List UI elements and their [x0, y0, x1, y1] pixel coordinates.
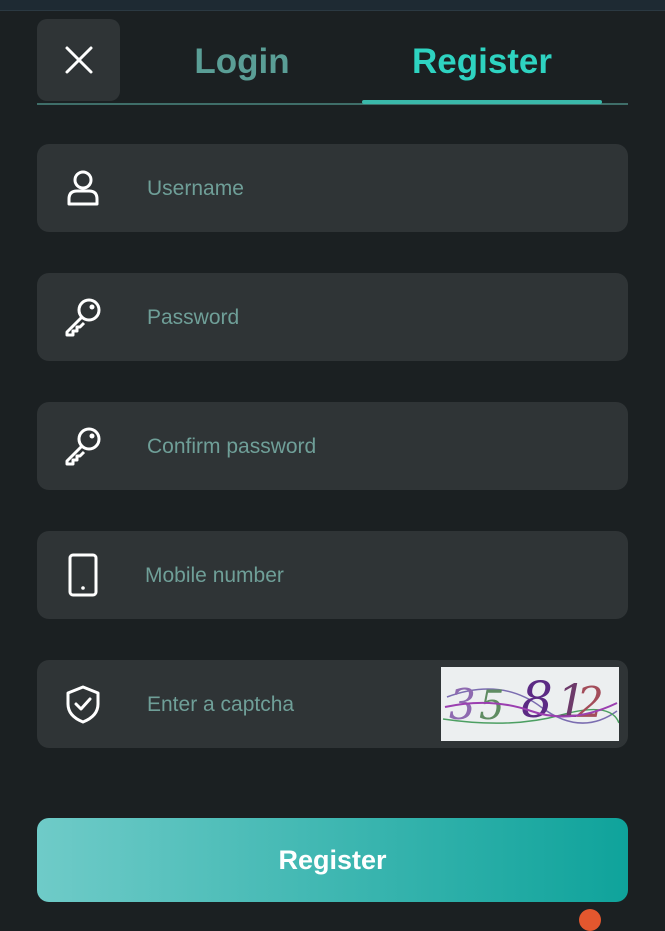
- mobile-input[interactable]: [143, 555, 437, 597]
- username-field[interactable]: [37, 144, 628, 232]
- captcha-input[interactable]: [145, 684, 389, 726]
- confirm-password-field[interactable]: [37, 402, 628, 490]
- notification-dot: [579, 909, 601, 931]
- auth-tabs: Login Register: [37, 20, 628, 106]
- username-input[interactable]: [145, 168, 439, 210]
- register-button[interactable]: Register: [37, 818, 628, 902]
- user-icon: [67, 170, 99, 206]
- captcha-field[interactable]: 3 5 8 1 2: [37, 660, 628, 748]
- mobile-field[interactable]: [37, 531, 628, 619]
- captcha-drawing: 3 5 8 1 2: [442, 671, 619, 729]
- phone-icon: [68, 553, 98, 597]
- svg-text:8: 8: [521, 671, 553, 729]
- captcha-image[interactable]: 3 5 8 1 2: [441, 667, 619, 741]
- confirm-password-input[interactable]: [145, 426, 439, 468]
- key-icon: [65, 427, 101, 466]
- active-tab-indicator: [362, 100, 602, 104]
- top-status-strip: [0, 0, 665, 11]
- tab-register[interactable]: Register: [357, 40, 607, 84]
- password-field[interactable]: [37, 273, 628, 361]
- shield-check-icon: [66, 685, 100, 724]
- password-input[interactable]: [145, 297, 439, 339]
- key-icon: [65, 298, 101, 337]
- svg-text:5: 5: [479, 683, 504, 729]
- svg-text:2: 2: [576, 678, 604, 727]
- tab-login[interactable]: Login: [157, 40, 327, 84]
